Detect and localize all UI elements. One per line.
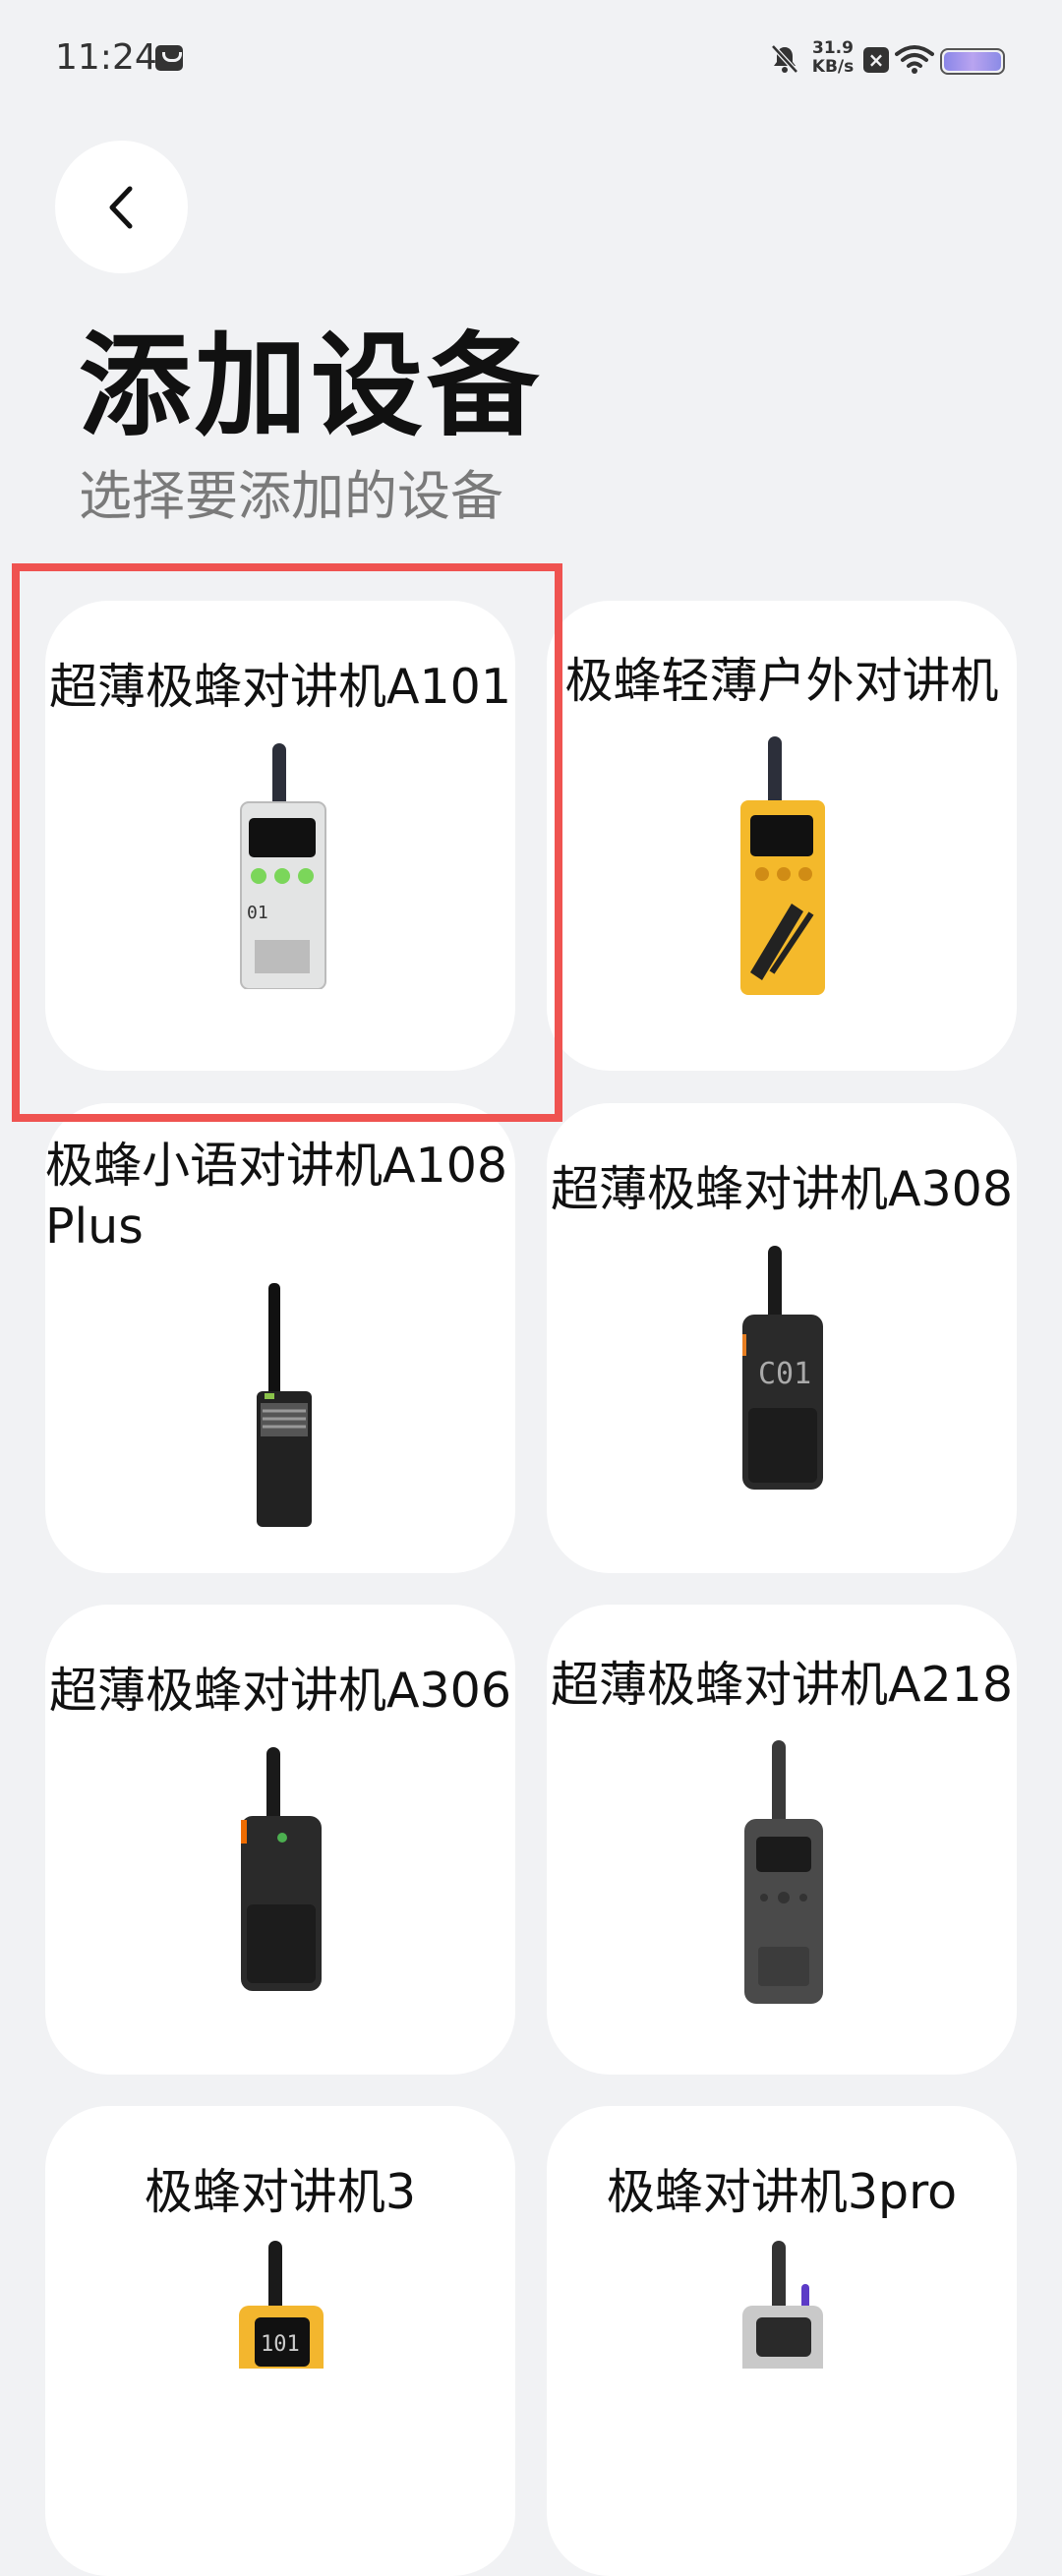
walkie-talkie-black-icon: C01 bbox=[547, 1246, 1017, 1492]
wifi-icon bbox=[895, 45, 934, 74]
device-name: 极蜂对讲机3pro bbox=[606, 2164, 958, 2220]
device-card-a308[interactable]: 超薄极蜂对讲机A308 C01 bbox=[547, 1103, 1017, 1573]
network-speed-unit: KB/s bbox=[811, 57, 855, 77]
walkie-talkie-gray-icon bbox=[547, 1740, 1017, 2006]
selection-highlight bbox=[12, 563, 562, 1122]
device-card-a218[interactable]: 超薄极蜂对讲机A218 bbox=[547, 1605, 1017, 2075]
walkie-talkie-handheld-icon bbox=[45, 1283, 515, 1529]
back-button[interactable] bbox=[55, 141, 188, 273]
network-speed-value: 31.9 bbox=[812, 38, 854, 58]
status-bar: 11:24 31.9 KB/s × bbox=[0, 0, 1062, 118]
device-name: 极蜂对讲机3 bbox=[144, 2164, 417, 2220]
walkie-talkie-black-orange-icon bbox=[45, 1747, 515, 1993]
device-name: 超薄极蜂对讲机A308 bbox=[550, 1161, 1014, 1217]
network-speed: 31.9 KB/s bbox=[808, 39, 857, 77]
device-screen-text: C01 bbox=[758, 1357, 811, 1391]
mute-bell-icon bbox=[771, 44, 798, 74]
walkie-talkie-yellow-icon bbox=[547, 736, 1017, 997]
page-title: 添加设备 bbox=[79, 321, 544, 451]
device-screen-text: 101 bbox=[261, 2332, 300, 2357]
device-card-outdoor[interactable]: 极蜂轻薄户外对讲机 bbox=[547, 601, 1017, 1071]
device-name: 超薄极蜂对讲机A306 bbox=[48, 1663, 512, 1719]
device-name: 极蜂小语对讲机A108 Plus bbox=[45, 1138, 508, 1255]
walkie-talkie-silver-icon bbox=[547, 2241, 1017, 2369]
x-badge-icon: × bbox=[863, 47, 889, 73]
chevron-left-icon bbox=[109, 186, 132, 228]
device-card-3[interactable]: 极蜂对讲机3 101 bbox=[45, 2106, 515, 2576]
walkie-talkie-yellow-black-icon: 101 bbox=[45, 2241, 515, 2369]
device-card-3pro[interactable]: 极蜂对讲机3pro bbox=[547, 2106, 1017, 2576]
notification-bag-icon bbox=[155, 45, 183, 71]
device-card-a108plus[interactable]: 极蜂小语对讲机A108 Plus bbox=[45, 1103, 515, 1573]
device-name: 超薄极蜂对讲机A218 bbox=[550, 1657, 1014, 1713]
page-subtitle: 选择要添加的设备 bbox=[79, 465, 503, 527]
device-name: 极蜂轻薄户外对讲机 bbox=[564, 653, 999, 709]
device-card-a306[interactable]: 超薄极蜂对讲机A306 bbox=[45, 1605, 515, 2075]
status-time: 11:24 bbox=[55, 37, 157, 78]
battery-icon bbox=[940, 48, 1005, 75]
